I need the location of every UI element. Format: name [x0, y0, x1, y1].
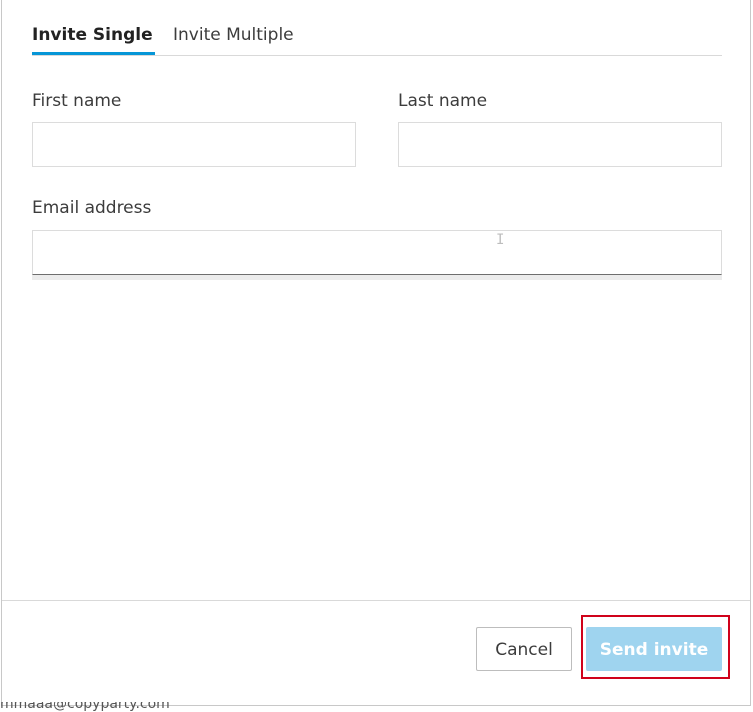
tab-invite-multiple[interactable]: Invite Multiple: [173, 25, 294, 55]
send-invite-button[interactable]: Send invite: [586, 627, 722, 671]
last-name-label: Last name: [398, 91, 488, 111]
first-name-label: First name: [32, 91, 122, 111]
email-field[interactable]: [32, 230, 722, 275]
last-name-field[interactable]: [398, 122, 722, 167]
footer-divider: [2, 600, 750, 601]
email-field-shadow: [32, 275, 722, 280]
text-cursor-icon: I: [496, 232, 505, 248]
tab-invite-single[interactable]: Invite Single: [32, 25, 155, 55]
invite-dialog: Invite Single Invite Multiple First name…: [1, 0, 751, 706]
cancel-button[interactable]: Cancel: [476, 627, 572, 671]
first-name-field[interactable]: [32, 122, 356, 167]
email-address-label: Email address: [32, 198, 152, 218]
invite-tabs: Invite Single Invite Multiple: [32, 20, 722, 56]
